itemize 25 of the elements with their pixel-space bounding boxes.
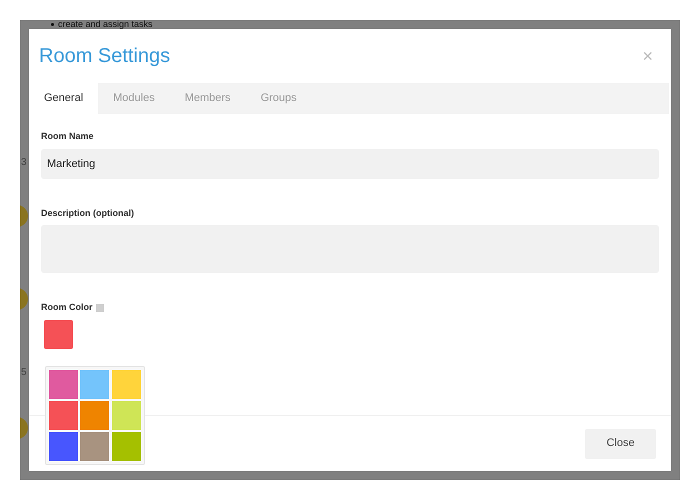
tab[interactable]: General — [29, 83, 98, 114]
color-option[interactable] — [112, 370, 141, 399]
tab[interactable]: Members — [170, 83, 246, 114]
color-option[interactable] — [49, 370, 78, 399]
row-number: 5 — [21, 366, 27, 380]
color-option[interactable] — [49, 432, 78, 461]
color-option[interactable] — [80, 401, 110, 430]
info-icon — [96, 304, 104, 312]
close-button[interactable]: Close — [585, 428, 656, 458]
color-option[interactable] — [80, 370, 110, 399]
row-number: 3 — [21, 156, 27, 170]
color-option[interactable] — [112, 401, 141, 430]
color-option[interactable] — [49, 401, 78, 430]
tab[interactable]: Modules — [98, 83, 170, 114]
input-field[interactable]: Marketing — [41, 148, 659, 178]
dialog-title: Room Settings — [39, 44, 170, 69]
bullet-icon — [51, 23, 54, 26]
color-option[interactable] — [112, 432, 141, 461]
field-label: Room Name — [41, 130, 95, 143]
field-label: Room Color — [41, 301, 92, 314]
field-label: Description (optional) — [41, 206, 135, 220]
list-item-text: create and assign tasks — [58, 20, 153, 29]
color-option[interactable] — [80, 432, 110, 461]
color-swatch[interactable] — [44, 320, 73, 348]
tab[interactable]: Groups — [246, 83, 312, 114]
